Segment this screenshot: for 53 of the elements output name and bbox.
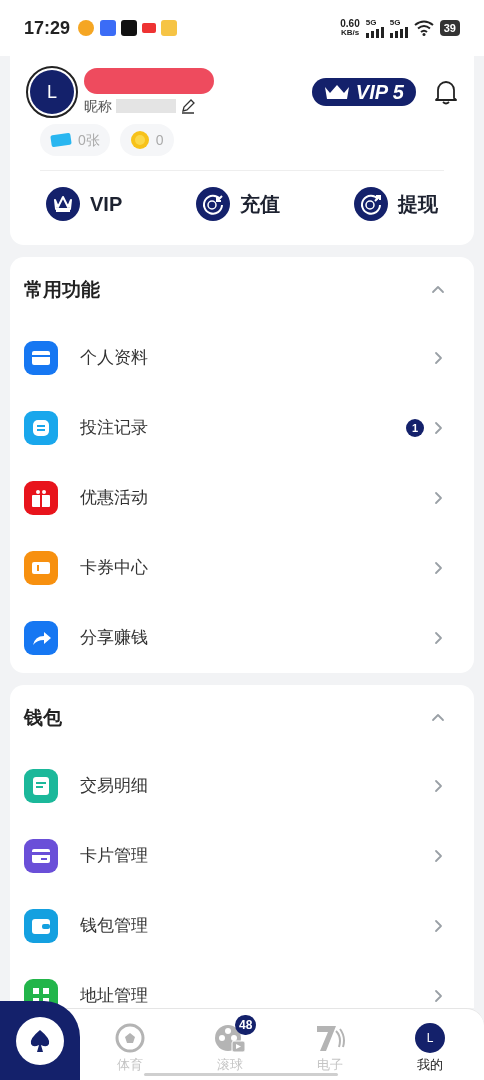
share-icon bbox=[24, 621, 58, 655]
ticket-icon bbox=[24, 551, 58, 585]
count-badge: 1 bbox=[406, 419, 424, 437]
network-speed: 0.60 bbox=[340, 19, 360, 28]
app-notification-icon bbox=[100, 20, 117, 36]
quick-action-button[interactable]: 充值 bbox=[196, 187, 281, 221]
section-title: 常用功能 bbox=[24, 277, 100, 302]
menu-item[interactable]: 交易明细 bbox=[24, 751, 460, 821]
quick-action-button[interactable]: VIP bbox=[46, 187, 123, 221]
edit-icon[interactable] bbox=[180, 98, 196, 114]
app-notification-icon bbox=[142, 23, 157, 33]
menu-item[interactable]: 卡片管理 bbox=[24, 821, 460, 891]
doc-icon bbox=[24, 769, 58, 803]
network-type: 5G bbox=[389, 18, 401, 27]
wallet-icon bbox=[24, 909, 58, 943]
nav-tab[interactable]: 滚球 48 bbox=[195, 1014, 265, 1075]
battery-level: 39 bbox=[439, 20, 460, 36]
card-icon bbox=[24, 839, 58, 873]
coin-icon bbox=[129, 130, 150, 150]
notification-bell-icon[interactable] bbox=[434, 79, 458, 105]
nav-tab[interactable]: L 我的 bbox=[395, 1014, 465, 1075]
network-type: 5G bbox=[365, 18, 377, 27]
count-badge: 48 bbox=[235, 1014, 257, 1035]
ticket-icon bbox=[50, 132, 72, 148]
menu-item[interactable]: 卡券中心 bbox=[24, 533, 460, 603]
wifi-icon bbox=[413, 20, 434, 36]
app-notification-icon bbox=[161, 20, 178, 36]
nickname-label: 昵称 bbox=[84, 96, 112, 116]
app-notification-icon bbox=[121, 20, 138, 36]
menu-item[interactable]: 个人资料 bbox=[24, 323, 460, 393]
blurred-nickname bbox=[116, 99, 176, 113]
menu-item[interactable]: 投注记录 1 bbox=[24, 393, 460, 463]
menu-item[interactable]: 分享赚钱 bbox=[24, 603, 460, 673]
menu-item[interactable]: 钱包管理 bbox=[24, 891, 460, 961]
home-button[interactable] bbox=[0, 1001, 80, 1080]
vip-level-badge[interactable]: VIP 5 bbox=[311, 78, 416, 106]
menu-item[interactable]: 优惠活动 bbox=[24, 463, 460, 533]
football-icon bbox=[115, 1022, 145, 1053]
signal-icon bbox=[389, 26, 408, 38]
crown-icon bbox=[46, 187, 80, 221]
quick-action-button[interactable]: 提现 bbox=[354, 187, 438, 221]
gift-icon bbox=[24, 481, 58, 515]
avatar[interactable]: L bbox=[26, 66, 78, 118]
avatar-icon: L bbox=[415, 1022, 445, 1053]
spade-icon bbox=[29, 1029, 51, 1053]
network-unit: KB/s bbox=[340, 28, 360, 37]
signal-icon bbox=[365, 26, 384, 38]
list-icon bbox=[24, 411, 58, 445]
status-time: 17:29 bbox=[24, 16, 71, 40]
crown-icon bbox=[323, 84, 350, 100]
folder-icon bbox=[24, 341, 58, 375]
app-notification-icon bbox=[77, 19, 96, 37]
section-title: 钱包 bbox=[24, 705, 62, 730]
